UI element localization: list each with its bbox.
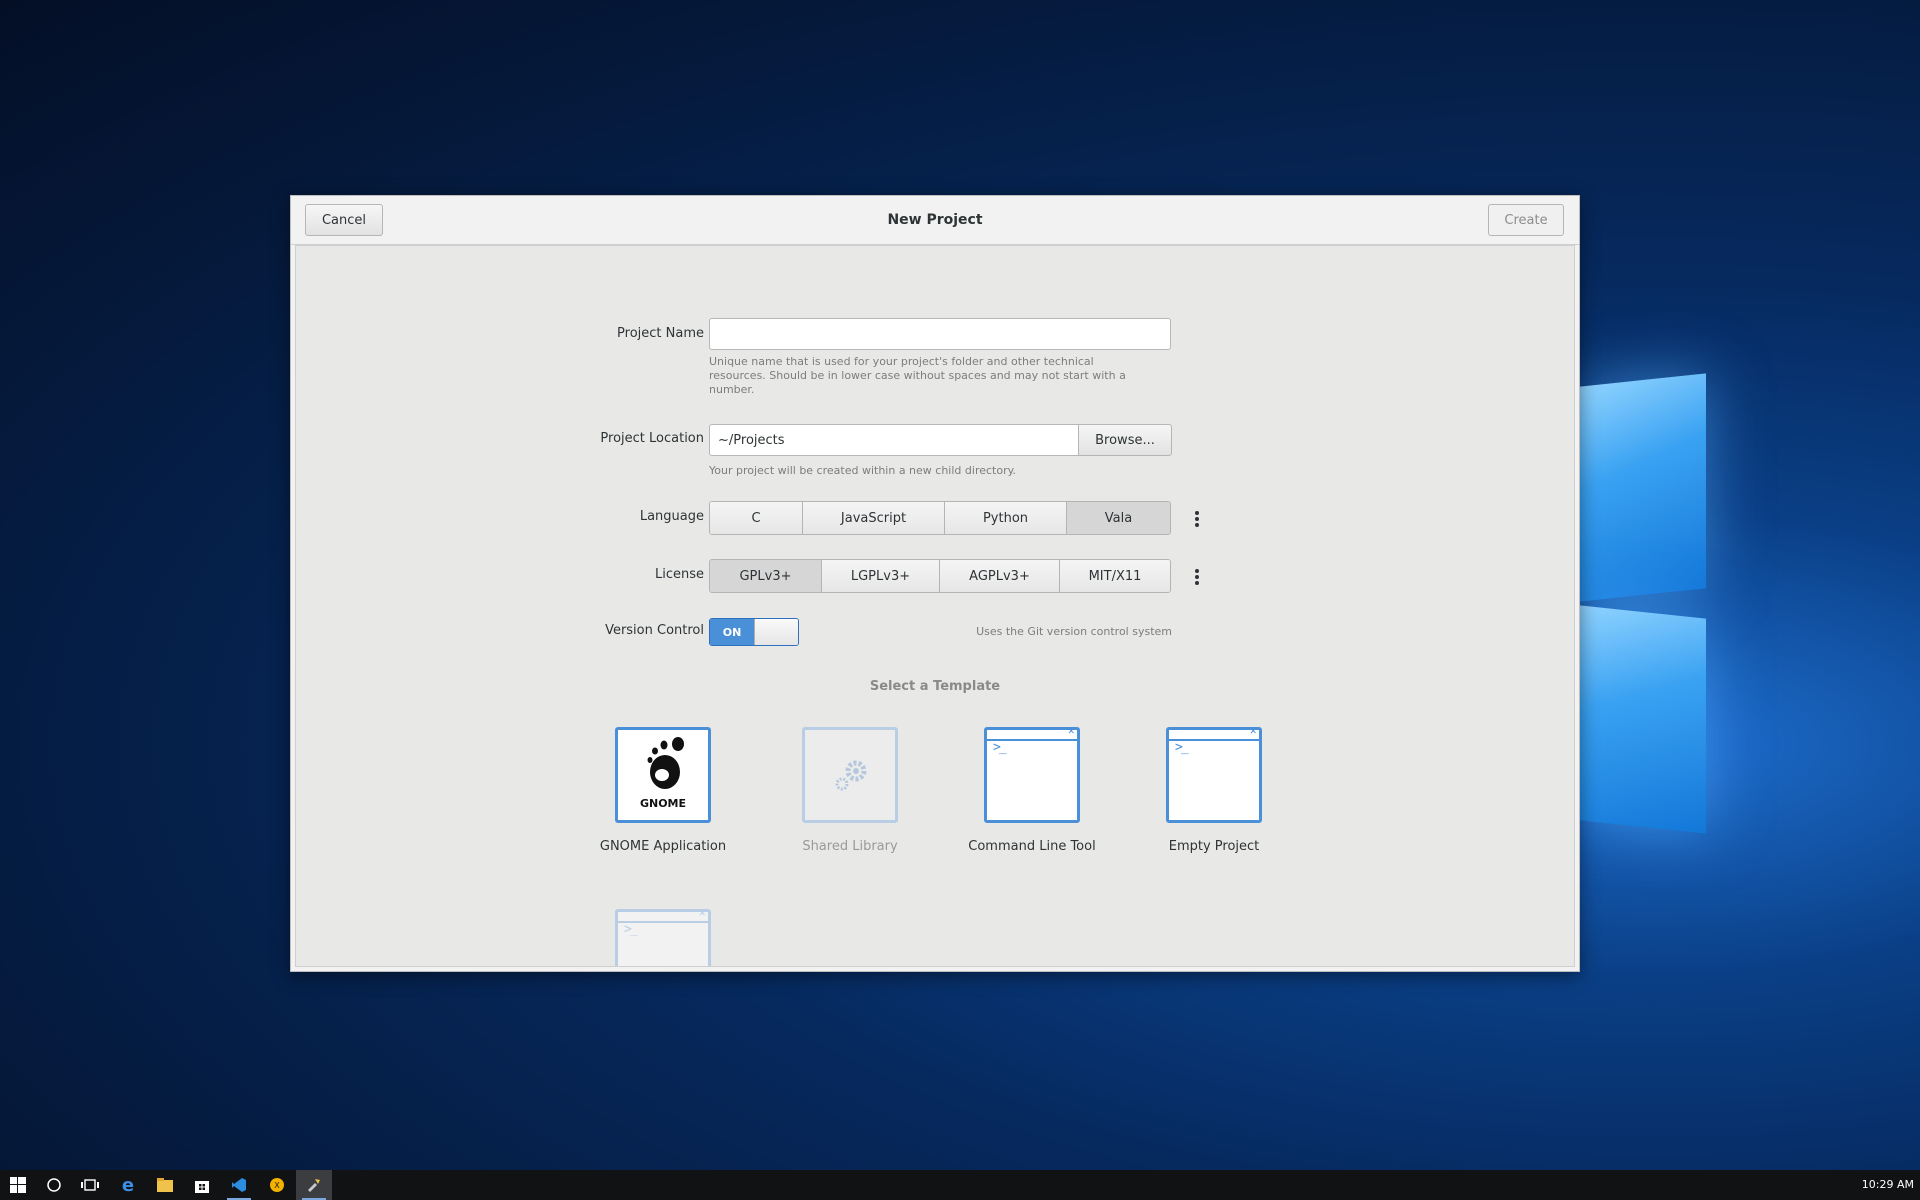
store-icon[interactable] bbox=[184, 1170, 220, 1200]
edge-icon[interactable]: e bbox=[110, 1170, 146, 1200]
project-location-input[interactable]: ~/Projects bbox=[709, 424, 1079, 456]
builder-icon[interactable] bbox=[296, 1170, 332, 1200]
project-name-hint: Unique name that is used for your projec… bbox=[709, 355, 1126, 396]
version-control-hint: Uses the Git version control system bbox=[976, 625, 1172, 638]
taskbar: e X 10:29 AM bbox=[0, 1170, 1920, 1200]
close-icon: ✕ bbox=[698, 909, 706, 919]
language-option-c[interactable]: C bbox=[710, 502, 803, 534]
switch-knob bbox=[754, 619, 798, 645]
browse-button[interactable]: Browse... bbox=[1078, 424, 1172, 456]
language-selector: C JavaScript Python Vala bbox=[709, 501, 1171, 535]
template-label: GNOME Application bbox=[599, 839, 727, 854]
template-label: Command Line Tool bbox=[968, 839, 1096, 854]
app-icon[interactable]: X bbox=[259, 1170, 295, 1200]
language-more-icon[interactable] bbox=[1195, 511, 1199, 529]
windows-logo-pane bbox=[1580, 373, 1706, 602]
create-button[interactable]: Create bbox=[1488, 204, 1564, 236]
project-name-label: Project Name bbox=[617, 326, 704, 341]
switch-on-text: ON bbox=[710, 619, 754, 645]
terminal-icon: >_ bbox=[1175, 740, 1189, 755]
license-option-mit[interactable]: MIT/X11 bbox=[1060, 560, 1170, 592]
dialog-content: Project Name Unique name that is used fo… bbox=[295, 245, 1575, 967]
version-control-label: Version Control bbox=[605, 623, 704, 638]
template-label: Empty Project bbox=[1168, 839, 1260, 854]
version-control-switch[interactable]: ON bbox=[709, 618, 799, 646]
windows-start-icon[interactable] bbox=[0, 1170, 36, 1200]
language-option-vala[interactable]: Vala bbox=[1067, 502, 1170, 534]
task-view-icon[interactable] bbox=[72, 1170, 108, 1200]
gnome-logo-text: GNOME bbox=[639, 797, 687, 810]
template-shared-library[interactable] bbox=[802, 727, 898, 823]
template-label: Shared Library bbox=[802, 839, 898, 854]
language-option-javascript[interactable]: JavaScript bbox=[803, 502, 945, 534]
gears-icon bbox=[835, 760, 867, 791]
new-project-dialog: Cancel New Project Create Project Name U… bbox=[290, 195, 1580, 972]
language-label: Language bbox=[639, 509, 704, 524]
license-option-gplv3[interactable]: GPLv3+ bbox=[710, 560, 822, 592]
vscode-icon[interactable] bbox=[221, 1170, 257, 1200]
close-icon: ✕ bbox=[1067, 727, 1075, 737]
dialog-header: Cancel New Project Create bbox=[291, 196, 1579, 245]
template-empty-project[interactable]: ✕ >_ bbox=[1166, 727, 1262, 823]
license-label: License bbox=[654, 567, 704, 582]
svg-text:X: X bbox=[274, 1181, 280, 1190]
terminal-icon: >_ bbox=[624, 922, 638, 937]
windows-logo-pane bbox=[1580, 605, 1706, 834]
cortana-icon[interactable] bbox=[36, 1170, 72, 1200]
license-option-lgplv3[interactable]: LGPLv3+ bbox=[822, 560, 940, 592]
template-gnome-application[interactable]: GNOME bbox=[615, 727, 711, 823]
template-partial[interactable]: ✕ >_ bbox=[615, 909, 711, 966]
terminal-icon: >_ bbox=[993, 740, 1007, 755]
language-option-python[interactable]: Python bbox=[945, 502, 1067, 534]
close-icon: ✕ bbox=[1249, 727, 1257, 737]
license-option-agplv3[interactable]: AGPLv3+ bbox=[940, 560, 1060, 592]
license-selector: GPLv3+ LGPLv3+ AGPLv3+ MIT/X11 bbox=[709, 559, 1171, 593]
project-location-hint: Your project will be created within a ne… bbox=[709, 464, 1017, 477]
template-command-line-tool[interactable]: ✕ >_ bbox=[984, 727, 1080, 823]
select-template-heading: Select a Template bbox=[869, 679, 1001, 694]
clock[interactable]: 10:29 AM bbox=[1862, 1178, 1914, 1191]
project-location-label: Project Location bbox=[600, 431, 704, 446]
file-explorer-icon[interactable] bbox=[147, 1170, 183, 1200]
license-more-icon[interactable] bbox=[1195, 569, 1199, 587]
project-name-input[interactable] bbox=[709, 318, 1171, 350]
dialog-title: New Project bbox=[887, 212, 983, 228]
